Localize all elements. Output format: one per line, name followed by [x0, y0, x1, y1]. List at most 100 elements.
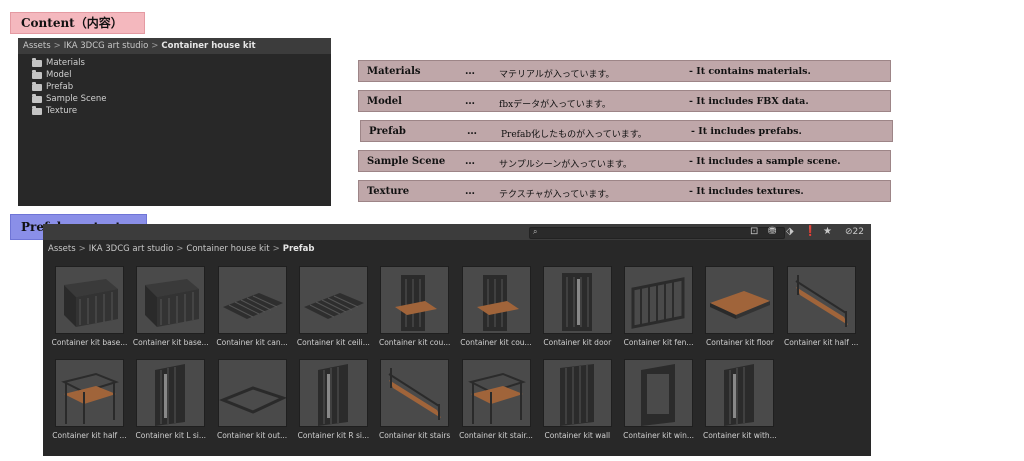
prefab-tile[interactable]: Container kit L si...: [136, 359, 206, 440]
hidden-packages-count[interactable]: ⊘22: [845, 226, 864, 238]
breadcrumb-separator: >: [272, 244, 280, 254]
prefab-tile[interactable]: Container kit door: [542, 266, 612, 347]
folder-item-prefab[interactable]: Prefab: [32, 81, 331, 93]
search-by-type-icon[interactable]: ⊡: [750, 226, 758, 238]
prefab-preview: [710, 291, 771, 319]
prefab-label: Container kit fen...: [623, 338, 694, 347]
folder-item-materials[interactable]: Materials: [32, 57, 331, 69]
prefab-label: Container kit can...: [216, 338, 288, 347]
flat-panel-icon: [217, 266, 287, 334]
prefab-preview: [467, 372, 526, 424]
folder-label: Texture: [46, 106, 78, 116]
prefab-tile[interactable]: Container kit stairs: [379, 359, 450, 440]
prefab-tile[interactable]: Container kit cou...: [460, 266, 532, 347]
search-by-label-icon[interactable]: ⛃: [768, 226, 776, 238]
prefab-preview: [559, 364, 594, 426]
folder-label: Materials: [46, 58, 85, 68]
prefab-label: Container kit stairs: [379, 431, 451, 440]
prefab-tile[interactable]: Container kit can...: [216, 266, 288, 347]
description-dots: …: [465, 66, 475, 77]
prefab-tile[interactable]: Container kit half ...: [52, 359, 127, 440]
prefab-tile[interactable]: Container kit fen...: [624, 266, 694, 347]
description-english: - It includes a sample scene.: [689, 156, 841, 167]
breadcrumb-separator: >: [151, 41, 159, 51]
prefab-label: Container kit cou...: [460, 338, 532, 347]
breadcrumb-separator: >: [176, 244, 184, 254]
tag-icon[interactable]: ⬗: [786, 226, 794, 238]
breadcrumb-assets[interactable]: Assets: [48, 244, 76, 254]
prefab-tile[interactable]: Container kit R si...: [298, 359, 369, 440]
warning-icon[interactable]: ❗: [804, 226, 816, 238]
hidden-count-value: 22: [852, 227, 864, 237]
folder-item-sample-scene[interactable]: Sample Scene: [32, 93, 331, 105]
prefab-preview: [388, 368, 442, 420]
favorite-star-icon[interactable]: ★: [823, 226, 832, 238]
breadcrumb-current[interactable]: Prefab: [283, 244, 315, 254]
prefab-label: Container kit L si...: [135, 431, 207, 440]
counter-icon: [380, 266, 450, 334]
floor-icon: [705, 266, 775, 334]
stairs-icon: [786, 266, 856, 334]
description-japanese: テクスチャが入っています。: [499, 190, 615, 200]
prefab-tile[interactable]: Container kit ceili...: [297, 266, 370, 347]
prefab-browser-panel: ⌕ ⊡ ⛃ ⬗ ❗ ★ ⊘22 Assets > IKA 3DCG art stud…: [43, 224, 871, 456]
prefab-preview: [724, 364, 755, 426]
folder-item-model[interactable]: Model: [32, 69, 331, 81]
description-row-model: Model … fbxデータが入っています。 - It includes FBX…: [358, 90, 891, 112]
prefab-label: Container kit R si...: [297, 431, 370, 440]
prefab-label: Container kit base...: [51, 338, 128, 347]
prefab-preview: [145, 279, 200, 327]
prefab-label: Container kit door: [543, 338, 612, 347]
prefab-tile[interactable]: Container kit with...: [703, 359, 777, 440]
prefab-preview: [155, 364, 186, 426]
description-english: - It includes FBX data.: [689, 96, 809, 107]
description-japanese: fbxデータが入っています。: [499, 100, 611, 110]
prefab-tile[interactable]: Container kit stair...: [459, 359, 533, 440]
side-wall-icon: [298, 359, 368, 427]
description-row-prefab: Prefab … Prefab化したものが入っています。 - It includ…: [360, 120, 893, 142]
prefab-label: Container kit floor: [706, 338, 774, 347]
breadcrumb-kit[interactable]: Container house kit: [186, 244, 269, 254]
prefab-label: Container kit cou...: [378, 338, 451, 347]
breadcrumb-assets[interactable]: Assets: [23, 41, 51, 51]
description-english: - It includes prefabs.: [691, 126, 802, 137]
prefab-preview: [795, 275, 848, 327]
prefab-preview: [317, 364, 348, 426]
eye-slash-icon: ⊘: [845, 227, 853, 237]
prefab-tile[interactable]: Container kit out...: [217, 359, 287, 440]
description-dots: …: [465, 156, 475, 167]
prefab-label: Container kit half ...: [783, 338, 859, 347]
wall-icon: [542, 359, 612, 427]
search-input[interactable]: ⌕: [529, 227, 785, 239]
prefab-preview: [222, 293, 283, 319]
prefab-tile[interactable]: Container kit floor: [705, 266, 775, 347]
breadcrumb-studio[interactable]: IKA 3DCG art studio: [64, 41, 148, 51]
description-japanese: マテリアルが入っています。: [499, 70, 615, 80]
folder-item-texture[interactable]: Texture: [32, 105, 331, 117]
description-dots: …: [465, 186, 475, 197]
breadcrumb-separator: >: [78, 244, 86, 254]
out-floor-icon: [217, 359, 287, 427]
folder-icon: [32, 105, 42, 115]
prefab-preview: [218, 386, 286, 414]
content-banner: Content（内容）: [10, 12, 145, 34]
breadcrumb-current[interactable]: Container house kit: [161, 41, 255, 51]
prefab-tile[interactable]: Container kit win...: [623, 359, 694, 440]
prefab-tile[interactable]: Container kit base...: [52, 266, 127, 347]
prefab-tile[interactable]: Container kit wall: [542, 359, 612, 440]
prefab-label: Container kit half ...: [52, 431, 127, 440]
folder-icon: [32, 69, 42, 79]
folder-icon: [32, 93, 42, 103]
description-name: Prefab: [369, 126, 406, 137]
fence-icon: [624, 266, 694, 334]
prefab-tile[interactable]: Container kit cou...: [379, 266, 450, 347]
breadcrumb-studio[interactable]: IKA 3DCG art studio: [89, 244, 173, 254]
window-icon: [624, 359, 694, 427]
prefab-tile[interactable]: Container kit half ...: [784, 266, 858, 347]
prefab-label: Container kit with...: [702, 431, 777, 440]
prefab-label: Container kit stair...: [459, 431, 533, 440]
description-name: Model: [367, 96, 402, 107]
prefab-tile[interactable]: Container kit base...: [133, 266, 209, 347]
description-japanese: サンプルシーンが入っています。: [499, 160, 632, 170]
container-box-icon: [136, 266, 206, 334]
